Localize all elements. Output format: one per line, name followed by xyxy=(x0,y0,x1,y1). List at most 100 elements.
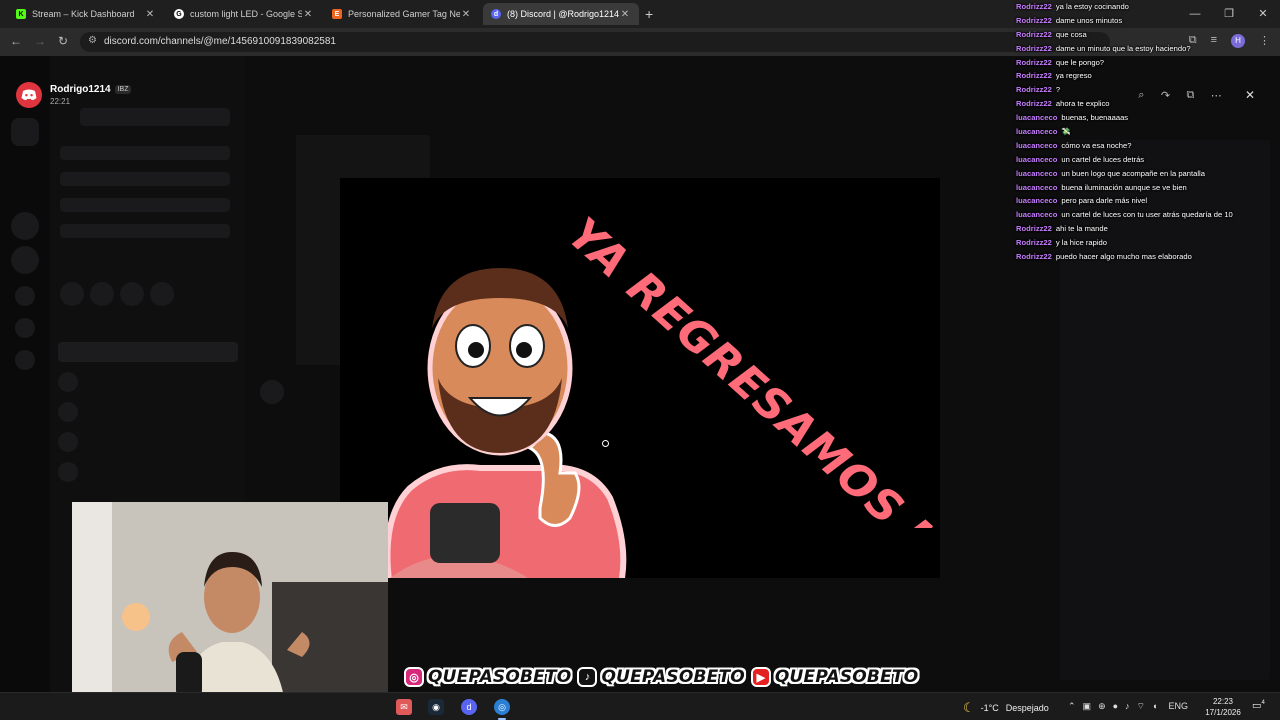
kick-icon: K xyxy=(16,9,26,19)
chat-message: Rodrizz22 y la hice rapido xyxy=(1016,236,1276,250)
dimmed-avatar xyxy=(260,380,284,404)
tray-app-icon[interactable]: ▣ xyxy=(1083,701,1092,712)
tab-google-search[interactable]: G custom light LED - Google Sea ✕ xyxy=(166,3,322,25)
language-indicator[interactable]: ENG xyxy=(1168,701,1188,712)
mail-app-icon[interactable]: ✉ xyxy=(396,699,412,715)
chat-text: buenas, buenaaaas xyxy=(1061,113,1129,123)
chat-message: luacanceco pero para darle más nivel xyxy=(1016,194,1276,208)
discord-app-icon[interactable]: d xyxy=(461,699,477,715)
chat-text: y la hice rapido xyxy=(1055,238,1107,248)
chat-message: Rodrizz22 puedo hacer algo mucho mas elab… xyxy=(1016,250,1276,264)
close-tab-icon[interactable]: ✕ xyxy=(144,9,156,20)
chat-message: Rodrizz22 dame un minuto que la estoy hac… xyxy=(1016,42,1276,56)
viewer-author[interactable]: Rodrigo1214 IBZ 22:21 xyxy=(16,82,132,108)
clock-time: 22:23 xyxy=(1212,697,1234,706)
system-tray: ⌃ ▣ ⊕ ● ♪ ⌔ ◖ ENG xyxy=(1068,701,1188,712)
chat-text: ya regreso xyxy=(1055,71,1092,81)
chat-username: luacanceco xyxy=(1016,140,1058,150)
chat-text: que cosa xyxy=(1055,29,1087,39)
chat-text: buena iluminación aunque se ve bien xyxy=(1061,182,1187,192)
chat-text: un cartel de luces con tu user atrás que… xyxy=(1061,210,1233,220)
chat-username: luacanceco xyxy=(1016,154,1058,164)
moon-icon: ☾ xyxy=(963,700,975,715)
wifi-icon[interactable]: ⌔ xyxy=(1137,701,1145,712)
weather-desc: Despejado xyxy=(1005,703,1049,713)
server-rail xyxy=(0,56,50,692)
slogan-text: YA REGRESAMOS MIJO... xyxy=(558,208,955,528)
url-bar[interactable]: ⚙ discord.com/channels/@me/1456910091839… xyxy=(80,32,1110,52)
chat-username: luacanceco xyxy=(1016,127,1058,137)
tab-kick-dashboard[interactable]: K Stream – Kick Dashboard ✕ xyxy=(8,3,164,25)
youtube-handle: QUEPASOBETO xyxy=(774,667,919,687)
chat-username: Rodrizz22 xyxy=(1016,252,1052,262)
chat-text: puedo hacer algo mucho mas elaborado xyxy=(1055,252,1192,262)
site-info-icon[interactable]: ⚙ xyxy=(88,35,97,46)
chat-message: Rodrizz22 ahora te explico xyxy=(1016,97,1276,111)
chat-message: Rodrizz22? xyxy=(1016,83,1276,97)
close-tab-icon[interactable]: ✕ xyxy=(302,9,314,20)
reload-icon[interactable]: ↻ xyxy=(58,34,68,48)
windows-taskbar: ✉ ◉ d ◎ ☾ -1°C Despejado ⌃ ▣ ⊕ ● ♪ ⌔ ◖ E… xyxy=(0,692,1280,720)
chevron-up-icon[interactable]: ⌃ xyxy=(1068,701,1076,712)
tray-app-icon[interactable]: ● xyxy=(1113,701,1118,712)
tiktok-handle: QUEPASOBETO xyxy=(601,667,745,687)
chat-username: Rodrizz22 xyxy=(1016,2,1052,11)
chat-username: luacanceco xyxy=(1016,168,1058,178)
etsy-icon: E xyxy=(332,9,342,19)
url-text: discord.com/channels/@me/145691009183908… xyxy=(104,36,336,47)
chat-username: Rodrizz22 xyxy=(1016,29,1052,39)
chat-message: Rodrizz22 ya la estoy cocinando xyxy=(1016,0,1276,14)
clock[interactable]: 22:23 17/1/2026 xyxy=(1200,696,1246,718)
webcam-feed xyxy=(72,502,388,720)
tab-title: Personalized Gamer Tag Neon xyxy=(348,9,460,19)
chat-username: Rodrizz22 xyxy=(1016,99,1052,109)
chat-username: luacanceco xyxy=(1016,182,1058,192)
chat-text: un buen logo que acompañe en la pantalla xyxy=(1061,168,1205,178)
forward-icon[interactable]: → xyxy=(34,34,46,48)
chat-text: ahi te la mande xyxy=(1055,224,1108,234)
stream-chat-overlay: Rodrizz22 ya la estoy cocinando Rodrizz22 d… xyxy=(1016,0,1276,264)
chat-message: Rodrizz22 ya regreso xyxy=(1016,69,1276,83)
weather-widget[interactable]: ☾ -1°C Despejado xyxy=(963,700,1049,716)
chat-text: dame unos minutos xyxy=(1055,15,1123,25)
tab-title: custom light LED - Google Sea xyxy=(190,9,302,19)
instagram-icon: ◎ xyxy=(404,667,424,687)
chat-username: Rodrizz22 xyxy=(1016,43,1052,53)
chat-message: Rodrizz22 que cosa xyxy=(1016,28,1276,42)
chat-username: Rodrizz22 xyxy=(1016,238,1052,248)
chat-message: luacanceco 💸 xyxy=(1016,125,1276,139)
chat-username: Rodrizz22 xyxy=(1016,224,1052,234)
close-tab-icon[interactable]: ✕ xyxy=(619,9,631,20)
notification-icon[interactable]: ▭4 xyxy=(1252,700,1265,711)
volume-icon[interactable]: ◖ xyxy=(1152,701,1157,712)
tab-discord[interactable]: d (8) Discord | @Rodrigo1214 ✕ xyxy=(483,3,639,25)
close-tab-icon[interactable]: ✕ xyxy=(460,9,472,20)
chat-message: luacanceco un buen logo que acompañe en l… xyxy=(1016,167,1276,181)
back-icon[interactable]: ← xyxy=(10,34,22,48)
steam-icon[interactable]: ◉ xyxy=(428,699,444,715)
chat-text: pero para darle más nivel xyxy=(1061,196,1148,206)
chrome-icon[interactable]: ◎ xyxy=(494,699,510,720)
chat-username: Rodrizz22 xyxy=(1016,85,1052,95)
network-icon[interactable]: ⊕ xyxy=(1098,701,1106,712)
google-icon: G xyxy=(174,9,184,19)
notification-count: 4 xyxy=(1261,700,1265,706)
chat-username: Rodrizz22 xyxy=(1016,71,1052,81)
chat-text: ya la estoy cocinando xyxy=(1055,2,1129,11)
chat-message: luacanceco buena iluminación aunque se ve… xyxy=(1016,181,1276,195)
microphone-icon[interactable]: ♪ xyxy=(1125,701,1130,712)
chat-message: luacanceco buenas, buenaaaas xyxy=(1016,111,1276,125)
tab-title: (8) Discord | @Rodrigo1214 xyxy=(507,9,619,19)
new-tab-button[interactable]: + xyxy=(645,6,653,22)
slogan-graphic: YA REGRESAMOS MIJO... xyxy=(558,208,955,528)
chat-message: Rodrizz22 dame unos minutos xyxy=(1016,14,1276,28)
chat-username: Rodrizz22 xyxy=(1016,57,1052,67)
discord-avatar-icon xyxy=(16,82,42,108)
viewer-username: Rodrigo1214 xyxy=(50,84,111,95)
chat-message: luacanceco un cartel de luces con tu user… xyxy=(1016,208,1276,222)
tab-etsy[interactable]: E Personalized Gamer Tag Neon ✕ xyxy=(324,3,480,25)
chat-username: luacanceco xyxy=(1016,196,1058,206)
tab-title: Stream – Kick Dashboard xyxy=(32,9,135,19)
chat-text: ahora te explico xyxy=(1055,99,1110,109)
chat-username: luacanceco xyxy=(1016,210,1058,220)
